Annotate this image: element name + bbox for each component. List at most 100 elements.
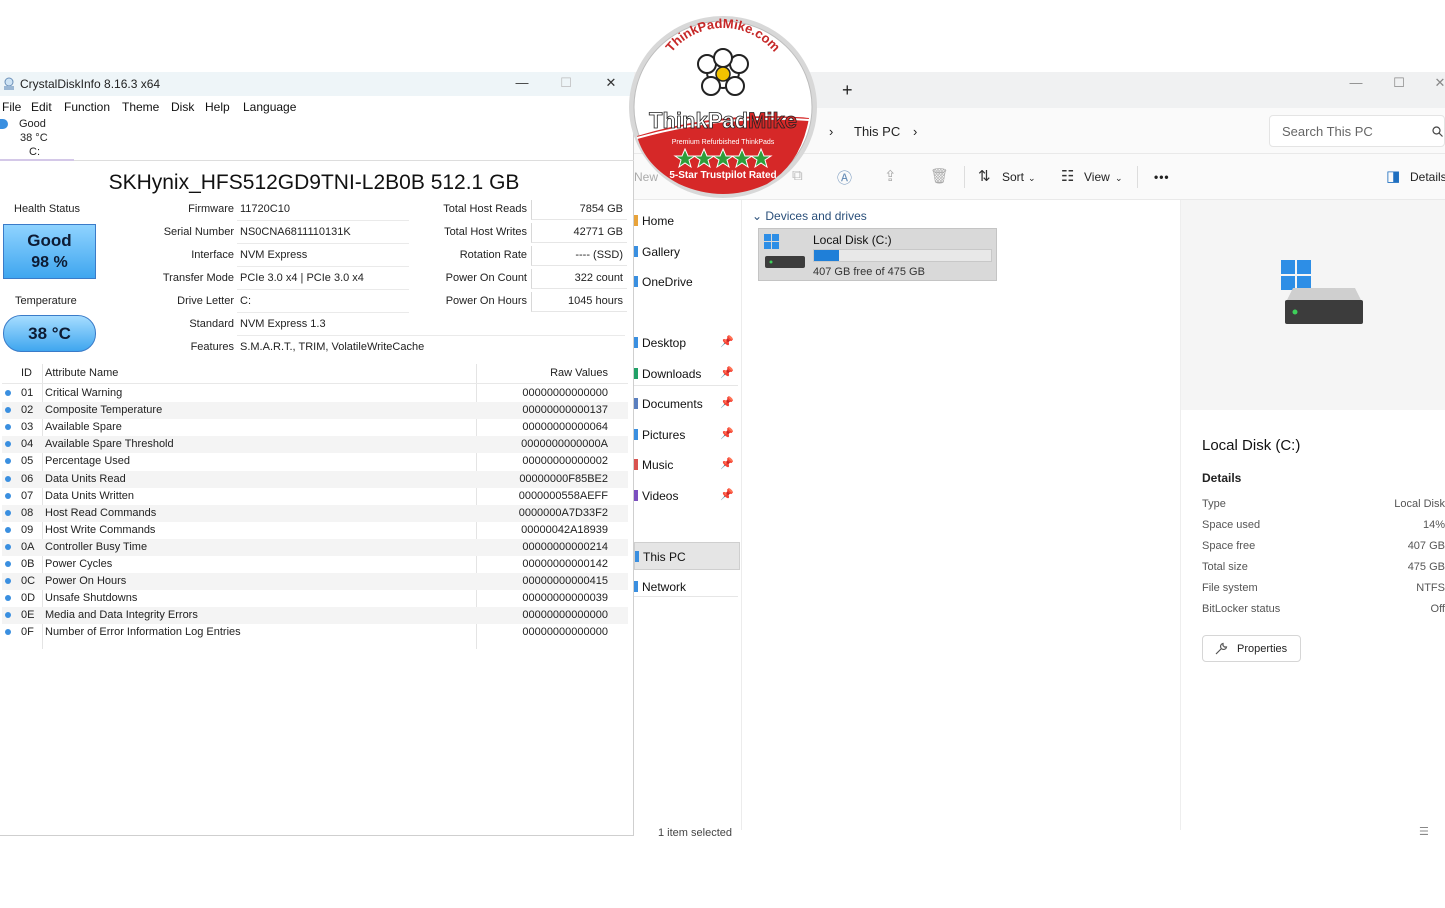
menu-disk[interactable]: Disk <box>171 100 194 114</box>
menu-language[interactable]: Language <box>243 100 296 114</box>
table-row[interactable]: 01 Critical Warning 00000000000000 <box>2 385 628 402</box>
details-value: Local Disk <box>1394 498 1445 510</box>
table-row[interactable]: 07 Data Units Written 0000000558AEFF <box>2 488 628 505</box>
health-status-badge[interactable]: Good 98 % <box>3 224 96 279</box>
column-header-attribute-name[interactable]: Attribute Name <box>45 367 118 379</box>
sidebar-item-this-pc[interactable]: This PC <box>634 542 740 570</box>
interface-value: NVM Express <box>240 249 308 261</box>
minimize-button[interactable]: — <box>512 75 532 90</box>
column-header-raw-values[interactable]: Raw Values <box>550 367 608 379</box>
details-value: Off <box>1430 603 1445 615</box>
pin-icon[interactable]: 📌 <box>720 457 734 470</box>
attribute-id: 0A <box>21 540 35 553</box>
field-line <box>237 335 625 336</box>
drive-tile-c[interactable]: Local Disk (C:) 407 GB free of 475 GB <box>758 228 997 281</box>
breadcrumb-this-pc[interactable]: This PC <box>854 124 900 139</box>
table-row[interactable]: 0C Power On Hours 00000000000415 <box>2 573 628 591</box>
folder-icon <box>634 459 638 470</box>
details-pane: Local Disk (C:) Details Type Local Disk Sp… <box>1180 200 1445 830</box>
attribute-name: Power On Hours <box>45 575 127 588</box>
sidebar-item-videos[interactable]: Videos 📌 <box>634 482 740 510</box>
sidebar-item-documents[interactable]: Documents 📌 <box>634 390 740 418</box>
attribute-name: Data Units Read <box>45 472 126 485</box>
firmware-label: Firmware <box>188 203 234 215</box>
sidebar-item-label: Documents <box>642 397 703 411</box>
menu-function[interactable]: Function <box>64 100 110 114</box>
transfer-mode-label: Transfer Mode <box>162 272 234 284</box>
view-button[interactable]: View <box>1084 170 1110 184</box>
delete-icon[interactable]: 🗑 <box>930 167 949 185</box>
pin-icon[interactable]: 📌 <box>720 335 734 348</box>
pin-icon[interactable]: 📌 <box>720 396 734 409</box>
menu-theme[interactable]: Theme <box>122 100 159 114</box>
list-view-icon[interactable]: ☰ <box>1419 825 1429 838</box>
power-on-count-label: Power On Count <box>445 272 527 284</box>
share-icon[interactable]: ⇪ <box>884 167 897 185</box>
sidebar-item-onedrive[interactable]: OneDrive <box>634 268 740 296</box>
search-input[interactable]: Search This PC <box>1269 115 1445 147</box>
rename-icon[interactable]: Ⓐ <box>837 167 852 188</box>
sidebar-item-label: Pictures <box>642 428 686 442</box>
sidebar-item-music[interactable]: Music 📌 <box>634 451 740 479</box>
properties-label: Properties <box>1237 643 1288 655</box>
properties-button[interactable]: Properties <box>1202 635 1301 662</box>
attribute-raw-value: 00000000000000 <box>522 387 608 399</box>
table-row[interactable]: 0A Controller Busy Time 00000000000214 <box>2 538 628 556</box>
sidebar-item-home[interactable]: Home <box>634 207 740 235</box>
search-icon <box>1432 126 1443 137</box>
sort-icon: ⇅ <box>978 168 991 185</box>
status-bullet-icon <box>5 629 11 636</box>
table-row[interactable]: 08 Host Read Commands 0000000A7D33F2 <box>2 504 628 522</box>
sidebar-item-downloads[interactable]: Downloads 📌 <box>634 360 740 388</box>
attribute-raw-value: 00000000000002 <box>522 455 608 468</box>
details-value: 475 GB <box>1407 561 1445 573</box>
sidebar-item-desktop[interactable]: Desktop 📌 <box>634 329 740 357</box>
table-row[interactable]: 02 Composite Temperature 00000000000137 <box>2 402 628 420</box>
chevron-right-icon[interactable]: › <box>829 124 833 139</box>
table-row[interactable]: 09 Host Write Commands 00000042A18939 <box>2 522 628 539</box>
disk-tab[interactable]: Good 38 °C C: <box>0 117 74 161</box>
table-row[interactable]: 0D Unsafe Shutdowns 00000000000039 <box>2 590 628 607</box>
column-header-id[interactable]: ID <box>21 367 32 379</box>
temperature-badge[interactable]: 38 °C <box>3 315 96 352</box>
attribute-raw-value: 0000000000000A <box>521 438 608 451</box>
attribute-id: 0D <box>21 592 36 605</box>
minimize-button[interactable]: — <box>1346 75 1366 90</box>
status-bullet-icon <box>5 492 11 499</box>
details-key: Space used <box>1202 519 1261 531</box>
power-on-hours-value: 1045 hours <box>531 292 627 312</box>
chevron-down-icon: ⌄ <box>1028 173 1036 183</box>
sidebar-item-gallery[interactable]: Gallery <box>634 238 740 266</box>
details-pane-button[interactable]: Details <box>1410 170 1445 184</box>
new-tab-button[interactable]: + <box>842 80 853 101</box>
pin-icon[interactable]: 📌 <box>720 366 734 379</box>
details-key: File system <box>1202 582 1258 594</box>
table-row[interactable]: 03 Available Spare 00000000000064 <box>2 419 628 436</box>
table-row[interactable]: 06 Data Units Read 00000000F85BE2 <box>2 470 628 488</box>
group-header-devices-and-drives[interactable]: ⌄ Devices and drives <box>752 209 867 223</box>
maximize-button[interactable]: ☐ <box>1389 75 1409 91</box>
sort-button[interactable]: Sort <box>1002 170 1024 184</box>
table-row[interactable]: 05 Percentage Used 00000000000002 <box>2 453 628 470</box>
sidebar-item-pictures[interactable]: Pictures 📌 <box>634 421 740 449</box>
attribute-raw-value: 00000000000000 <box>522 609 608 622</box>
chevron-right-icon[interactable]: › <box>913 124 917 139</box>
maximize-button[interactable]: ☐ <box>556 75 576 91</box>
menu-edit[interactable]: Edit <box>31 100 52 114</box>
table-row[interactable]: 0B Power Cycles 00000000000142 <box>2 556 628 573</box>
table-row[interactable]: 04 Available Spare Threshold 0000000000000… <box>2 436 628 454</box>
pin-icon[interactable]: 📌 <box>720 488 734 501</box>
pin-icon[interactable]: 📌 <box>720 427 734 440</box>
close-button[interactable]: ✕ <box>601 75 621 91</box>
menu-help[interactable]: Help <box>205 100 230 114</box>
menu-file[interactable]: File <box>2 100 21 114</box>
firmware-value: 11720C10 <box>240 203 290 215</box>
close-button[interactable]: ✕ <box>1430 75 1445 91</box>
sidebar-item-network[interactable]: Network <box>634 573 740 601</box>
table-row[interactable]: 0E Media and Data Integrity Errors 0000000… <box>2 607 628 625</box>
more-options-button[interactable]: ••• <box>1154 170 1170 184</box>
sidebar-item-label: This PC <box>643 550 686 564</box>
thinkpadmike-badge-logo: ThinkPadMike.com ThinkPadMike Premium Re… <box>629 16 817 198</box>
attribute-raw-value: 00000000000214 <box>522 540 608 553</box>
table-row[interactable]: 0F Number of Error Information Log Entrie… <box>2 624 628 641</box>
